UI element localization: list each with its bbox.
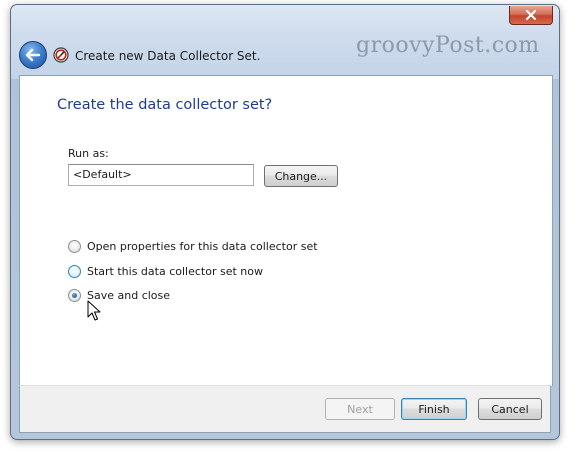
window-title: Create new Data Collector Set. xyxy=(75,49,261,63)
option-label: Open properties for this data collector … xyxy=(87,239,318,253)
option-save-and-close[interactable]: Save and close xyxy=(68,287,170,303)
close-button[interactable] xyxy=(509,6,553,25)
screenshot-stage: Create new Data Collector Set. groovyPos… xyxy=(0,0,576,452)
radio-dot xyxy=(72,292,77,298)
wizard-footer: Next Finish Cancel xyxy=(19,385,551,433)
option-start-now[interactable]: Start this data collector set now xyxy=(68,263,263,279)
option-label: Start this data collector set now xyxy=(87,264,263,278)
wizard-content: Create the data collector set? Run as: <… xyxy=(19,75,553,386)
mouse-pointer-icon xyxy=(87,300,101,321)
watermark: groovyPost.com xyxy=(356,33,540,58)
radio-button[interactable] xyxy=(68,239,81,253)
finish-button[interactable]: Finish xyxy=(401,398,467,420)
next-button[interactable]: Next xyxy=(325,398,395,420)
run-as-field[interactable]: <Default> xyxy=(68,164,254,186)
radio-button[interactable] xyxy=(68,264,81,278)
run-as-label: Run as: xyxy=(68,147,109,160)
option-open-properties[interactable]: Open properties for this data collector … xyxy=(68,238,318,254)
back-arrow-icon xyxy=(25,48,41,62)
change-button[interactable]: Change... xyxy=(264,165,338,187)
page-heading: Create the data collector set? xyxy=(57,97,273,113)
performance-monitor-icon xyxy=(53,47,69,63)
cancel-button[interactable]: Cancel xyxy=(478,398,542,420)
wizard-window: Create new Data Collector Set. groovyPos… xyxy=(10,4,560,440)
radio-button-selected[interactable] xyxy=(68,288,81,302)
back-button[interactable] xyxy=(19,41,47,69)
close-icon xyxy=(525,10,537,20)
